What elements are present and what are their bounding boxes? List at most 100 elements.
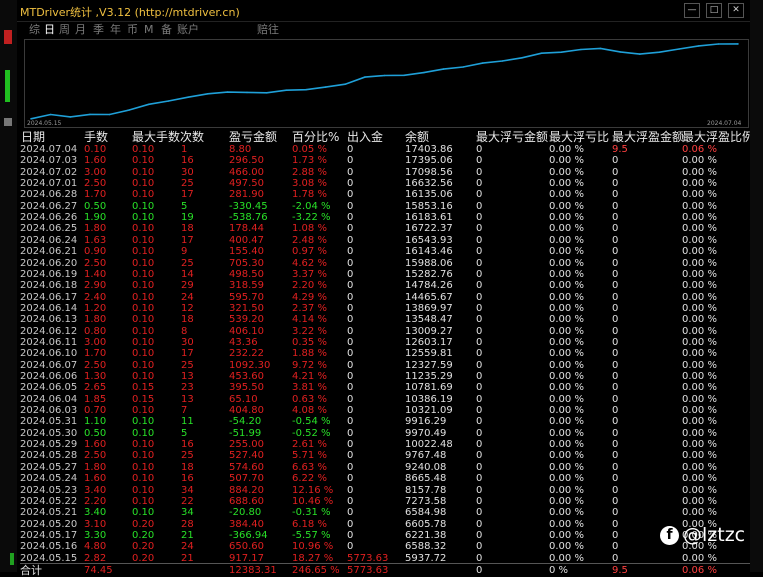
table-row[interactable]: 2024.06.03 0.70 0.10 7 404.80 4.08 % 0 10321.09… [20, 405, 750, 416]
tab-0[interactable]: 综 [29, 23, 40, 37]
cell-max-float-loss: 0 [476, 348, 483, 360]
table-row[interactable]: 2024.07.03 1.60 0.10 16 296.50 1.73 % 0 17395.0… [20, 155, 750, 166]
table-row[interactable]: 2024.07.02 3.00 0.10 30 466.00 2.88 % 0 17098.5… [20, 167, 750, 178]
tab-9[interactable]: 账户 [177, 23, 199, 37]
header-max-float-profit-pct[interactable]: 最大浮盈比例 [682, 128, 754, 145]
header-max-float-loss[interactable]: 最大浮亏金额 [476, 128, 548, 145]
cell-max-float-profit-pct: 0.00 % [682, 382, 717, 394]
table-row[interactable]: 2024.06.25 1.80 0.10 18 178.44 1.08 % 0 16722.3… [20, 223, 750, 234]
tab-2[interactable]: 周 [59, 23, 70, 37]
tab-10[interactable]: 赔往 [257, 23, 279, 37]
tab-1[interactable]: 日 [44, 23, 55, 37]
cell-max-float-loss: 0 [476, 291, 483, 303]
maximize-button[interactable]: □ [706, 3, 722, 18]
header-pnl[interactable]: 盈亏金额 [229, 128, 277, 145]
cell-date: 2024.05.16 [20, 541, 78, 553]
tab-3[interactable]: 月 [75, 23, 86, 37]
table-row[interactable]: 2024.05.16 4.80 0.20 24 650.60 10.96 % 0 6588.3… [20, 541, 750, 552]
table-row[interactable]: 2024.06.27 0.50 0.10 5 -330.45 -2.04 % 0 15853.… [20, 201, 750, 212]
header-lots[interactable]: 手数 [84, 128, 108, 145]
header-date[interactable]: 日期 [21, 128, 45, 145]
table-row[interactable]: 2024.06.19 1.40 0.10 14 498.50 3.37 % 0 15282.7… [20, 269, 750, 280]
cell-pnl: 688.60 [229, 495, 264, 507]
balance-point [678, 48, 680, 50]
cell-deposit: 0 [347, 246, 354, 258]
header-pct[interactable]: 百分比% [292, 128, 339, 145]
table-row[interactable]: 2024.06.20 2.50 0.10 25 705.30 4.62 % 0 15988.0… [20, 258, 750, 269]
table-row[interactable]: 2024.06.24 1.63 0.10 17 400.47 2.48 % 0 16543.9… [20, 235, 750, 246]
header-balance[interactable]: 余额 [405, 128, 429, 145]
table-row[interactable]: 2024.06.06 1.30 0.10 13 453.60 4.21 % 0 11235.2… [20, 371, 750, 382]
table-row[interactable]: 2024.06.14 1.20 0.10 12 321.50 2.37 % 0 13869.9… [20, 303, 750, 314]
table-row[interactable]: 2024.06.12 0.80 0.10 8 406.10 3.22 % 0 13009.27… [20, 326, 750, 337]
cell-max-float-profit: 0 [612, 382, 619, 394]
header-max-float-loss-pct[interactable]: 最大浮亏比 [549, 128, 609, 145]
table-row[interactable]: 2024.06.21 0.90 0.10 9 155.40 0.97 % 0 16143.46… [20, 246, 750, 257]
table-row[interactable]: 2024.06.07 2.50 0.10 25 1092.30 9.72 % 0 12327.… [20, 360, 750, 371]
table-row[interactable]: 2024.05.21 3.40 0.10 34 -20.80 -0.31 % 0 6584.9… [20, 507, 750, 518]
cell-count: 16 [181, 473, 194, 485]
table-row[interactable]: 2024.06.13 1.80 0.10 18 539.20 4.14 % 0 13548.4… [20, 314, 750, 325]
cell-max-float-profit-pct: 0.00 % [682, 246, 717, 258]
balance-point [344, 83, 347, 85]
tab-4[interactable]: 季 [93, 23, 104, 37]
cell-max-float-loss: 0 [476, 280, 483, 292]
cell-max-float-loss-pct: 0.00 % [549, 473, 584, 485]
cell-count: 30 [181, 166, 194, 178]
tab-6[interactable]: 币 [127, 23, 138, 37]
cell-max-float-profit: 0 [612, 529, 619, 541]
cell-lots: 1.70 [84, 348, 107, 360]
header-max-lots[interactable]: 最大手数 [132, 128, 180, 145]
tab-8[interactable]: 备 [161, 23, 172, 37]
table-row[interactable]: 2024.06.26 1.90 0.10 19 -538.76 -3.22 % 0 16183… [20, 212, 750, 223]
table-row[interactable]: 2024.05.23 3.40 0.10 34 884.20 12.16 % 0 8157.7… [20, 485, 750, 496]
table-row[interactable]: 2024.07.04 0.10 0.10 1 8.80 0.05 % 0 17403.86 0 0… [20, 144, 750, 155]
cell-max-float-profit: 0 [612, 507, 619, 519]
cell-max-lots: 0.10 [132, 268, 155, 280]
close-button[interactable]: ✕ [728, 3, 744, 18]
table-row[interactable]: 2024.06.10 1.70 0.10 17 232.22 1.88 % 0 12559.8… [20, 348, 750, 359]
table-row[interactable]: 2024.06.11 3.00 0.10 30 43.36 0.35 % 0 12603.17… [20, 337, 750, 348]
table-row[interactable]: 2024.06.04 1.85 0.15 13 65.10 0.63 % 0 10386.19… [20, 394, 750, 405]
cell-max-lots: 0.10 [132, 144, 155, 155]
cell-max-lots: 0.10 [132, 223, 155, 235]
header-max-float-profit[interactable]: 最大浮盈金额 [612, 128, 684, 145]
window-controls: — □ ✕ [684, 3, 744, 18]
table-row[interactable]: 2024.05.20 3.10 0.20 28 384.40 6.18 % 0 6605.78… [20, 519, 750, 530]
table-row[interactable]: 2024.06.28 1.70 0.10 17 281.90 1.78 % 0 16135.0… [20, 189, 750, 200]
table-row[interactable]: 2024.05.22 2.20 0.10 22 688.60 10.46 % 0 7273.5… [20, 496, 750, 507]
header-count[interactable]: 次数 [180, 128, 204, 145]
cell-max-float-profit-pct: 0.00 % [682, 416, 717, 428]
cell-lots: 0.70 [84, 405, 107, 417]
table-row[interactable]: 2024.05.30 0.50 0.10 5 -51.99 -0.52 % 0 9970.49… [20, 428, 750, 439]
cell-balance: 12327.59 [405, 359, 453, 371]
cell-pnl: 178.44 [229, 223, 264, 235]
header-deposit[interactable]: 出入金 [347, 128, 383, 145]
table-row[interactable]: 2024.07.01 2.50 0.10 25 497.50 3.08 % 0 16632.5… [20, 178, 750, 189]
cell-balance: 9240.08 [405, 461, 447, 473]
cell-pct: 3.37 % [292, 268, 327, 280]
table-row[interactable]: 2024.05.17 3.30 0.20 21 -366.94 -5.57 % 0 6221.… [20, 530, 750, 541]
table-row[interactable]: 2024.05.24 1.60 0.10 16 507.70 6.22 % 0 8665.48… [20, 473, 750, 484]
title-bar: MTDriver统计 ,V3.12 (http://mtdriver.cn) —… [17, 0, 750, 22]
cell-date: 2024.05.22 [20, 495, 78, 507]
cell-lots: 1.63 [84, 234, 107, 246]
table-row[interactable]: 2024.06.17 2.40 0.10 24 595.70 4.29 % 0 14465.6… [20, 292, 750, 303]
cell-max-float-profit-pct: 0.00 % [682, 189, 717, 201]
table-row[interactable]: 2024.05.31 1.10 0.10 11 -54.20 -0.54 % 0 9916.2… [20, 416, 750, 427]
table-row[interactable]: 2024.06.05 2.65 0.15 23 395.50 3.81 % 0 10781.6… [20, 382, 750, 393]
cell-max-float-loss-pct: 0.00 % [549, 495, 584, 507]
cell-date: 2024.06.06 [20, 371, 78, 382]
tab-5[interactable]: 年 [110, 23, 121, 37]
table-row[interactable]: 2024.05.29 1.60 0.10 16 255.00 2.61 % 0 10022.4… [20, 439, 750, 450]
cell-deposit: 0 [347, 348, 354, 360]
cell-count: 24 [181, 291, 194, 303]
table-row[interactable]: 2024.05.27 1.80 0.10 18 574.60 6.63 % 0 9240.08… [20, 462, 750, 473]
tab-7[interactable]: M [144, 23, 154, 37]
table-row[interactable]: 2024.06.18 2.90 0.10 29 318.59 2.20 % 0 14784.2… [20, 280, 750, 291]
table-row[interactable]: 2024.05.28 2.50 0.10 25 527.40 5.71 % 0 9767.48… [20, 450, 750, 461]
table-row[interactable]: 2024.05.15 2.82 0.20 21 917.17 18.27 % 5773.63… [20, 553, 750, 564]
cell-lots: 1.10 [84, 416, 107, 428]
minimize-button[interactable]: — [684, 3, 700, 18]
cell-max-lots: 0.10 [132, 507, 155, 519]
